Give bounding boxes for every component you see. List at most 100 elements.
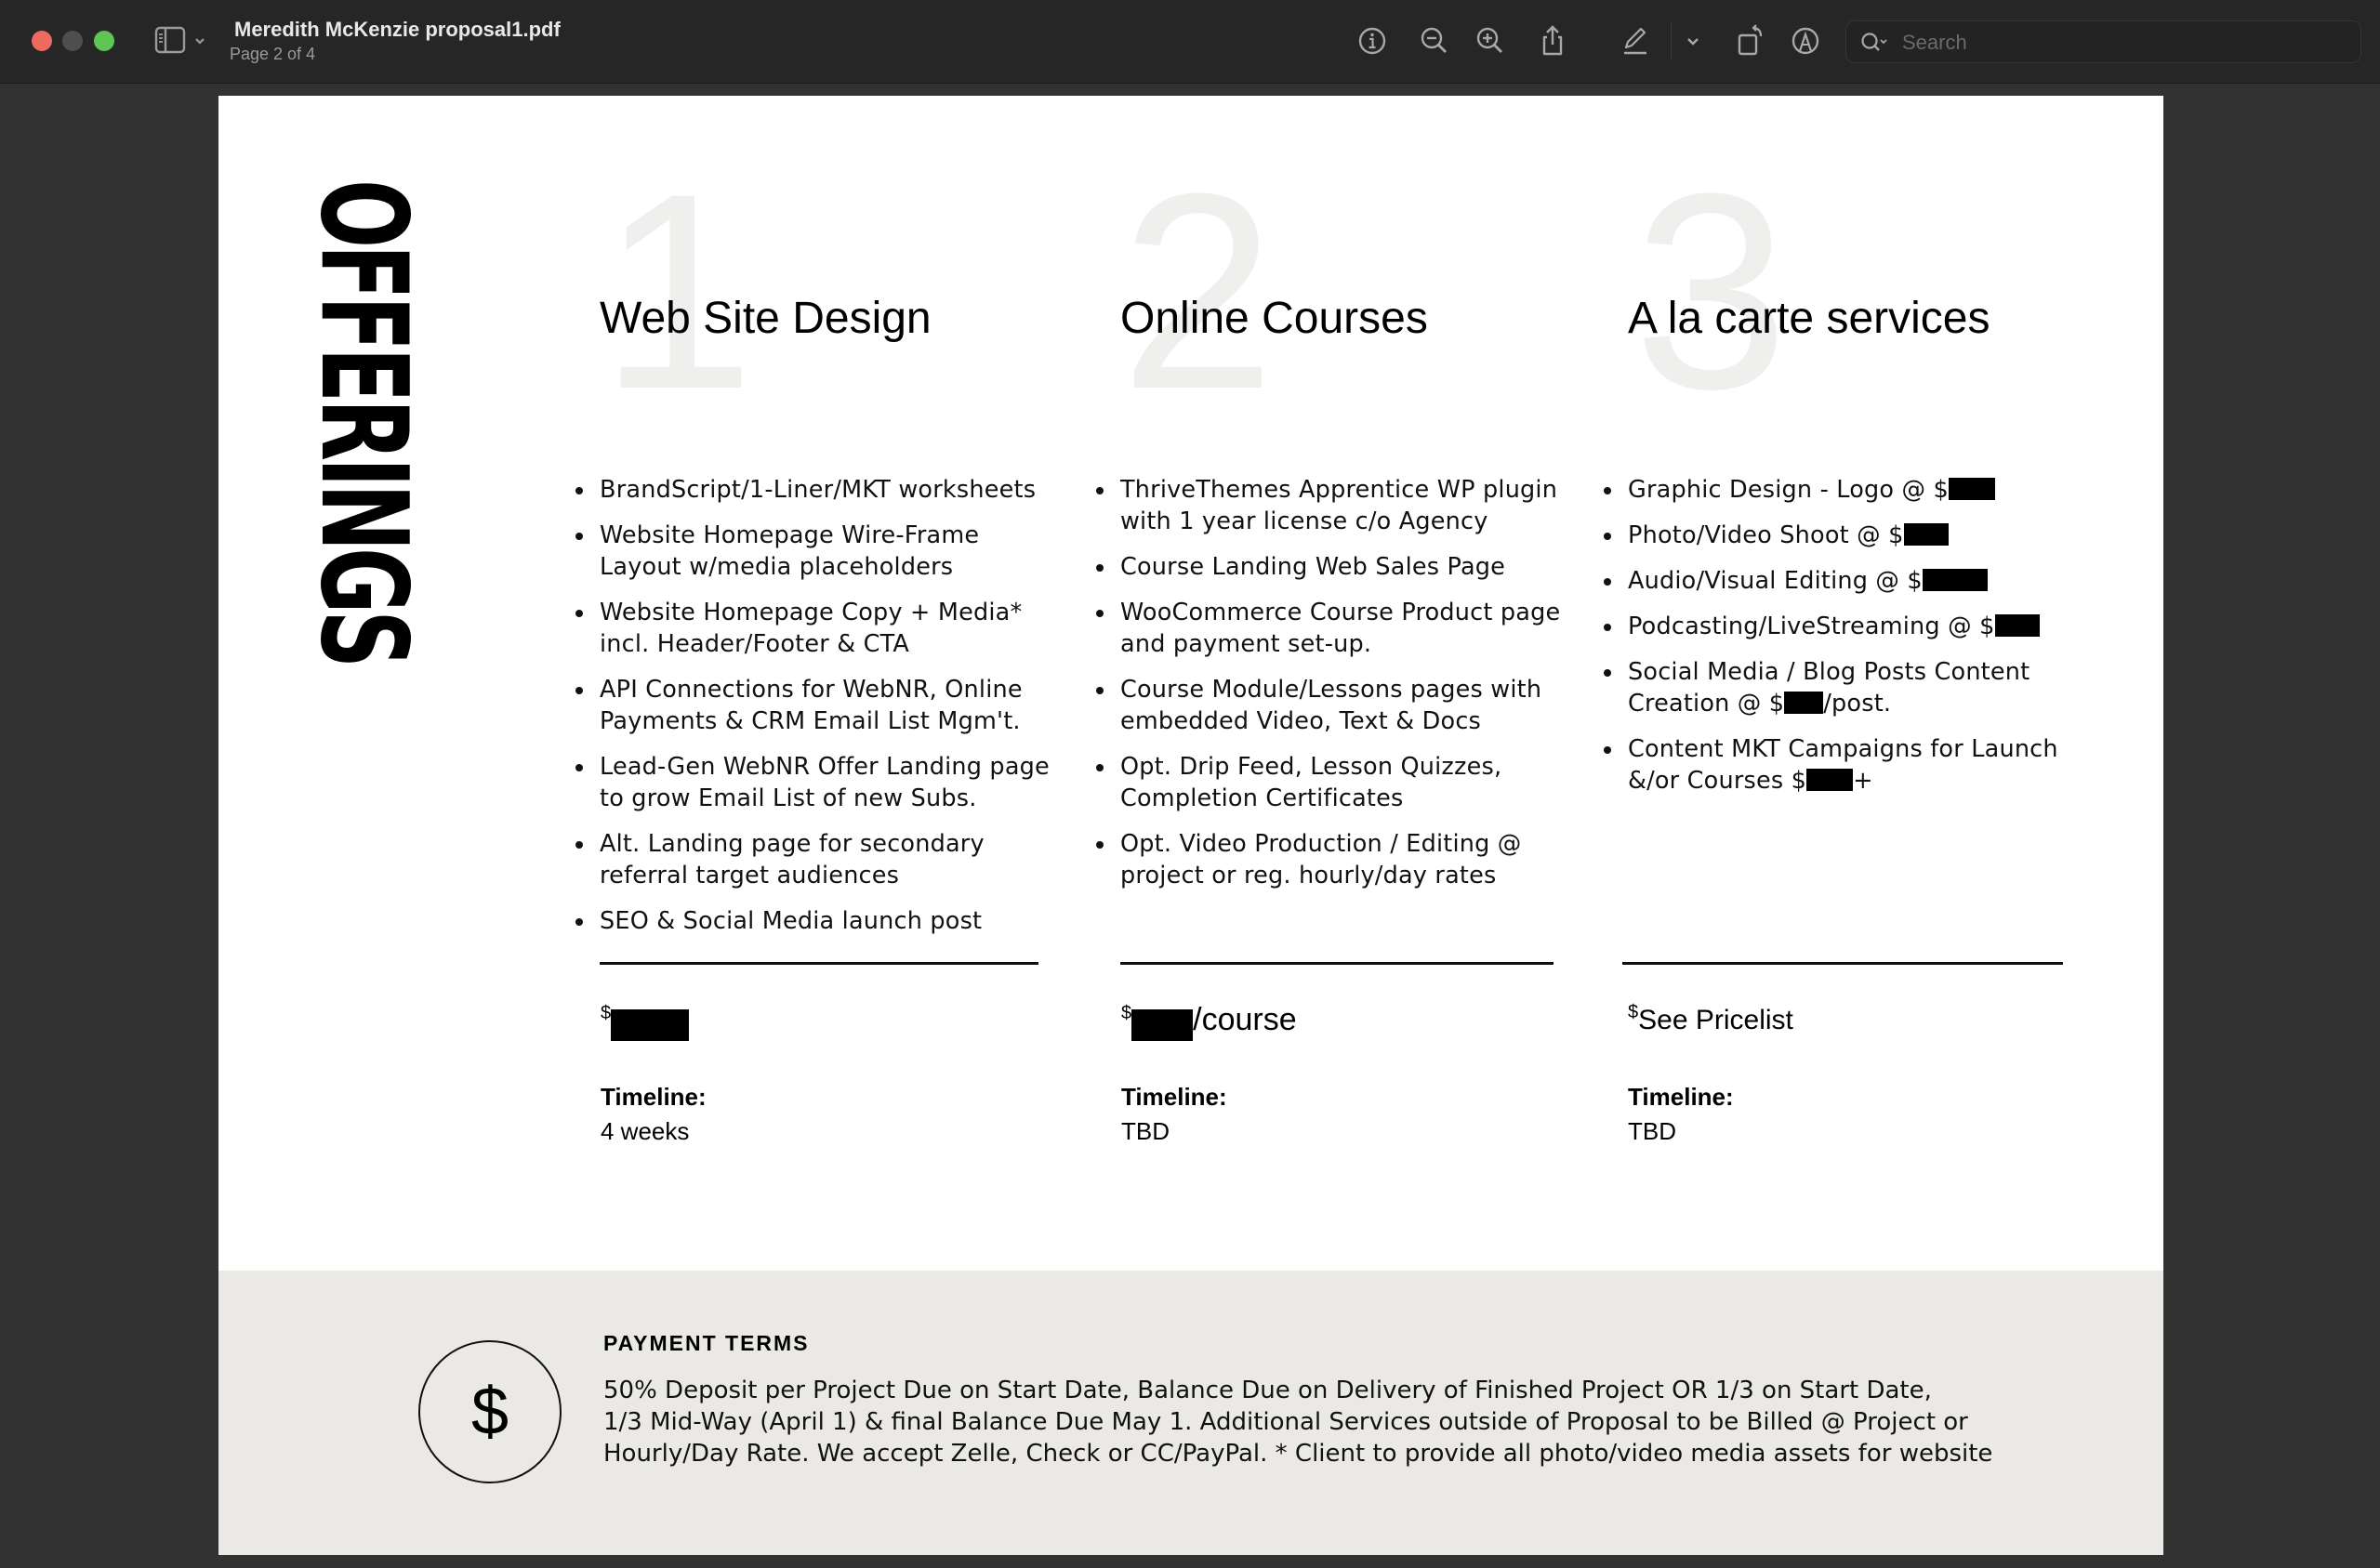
minimize-window-button[interactable]: [62, 31, 83, 51]
offering-title: Online Courses: [1120, 294, 1428, 343]
title-bar: Meredith McKenzie proposal1.pdf Page 2 o…: [0, 0, 2380, 84]
item-text: Photo/Video Shoot @ $: [1628, 521, 1904, 549]
redacted-amount: [1806, 769, 1854, 791]
search-icon: [1861, 33, 1887, 51]
timeline-label: Timeline:: [601, 1083, 707, 1111]
page-indicator: Page 2 of 4: [230, 45, 316, 63]
markup-button[interactable]: [1619, 24, 1652, 58]
payment-terms-section: $ PAYMENT TERMS 50% Deposit per Project …: [218, 1271, 2163, 1555]
offering-price: $ /course: [1121, 1002, 1297, 1041]
payment-terms-body: 50% Deposit per Project Due on Start Dat…: [603, 1375, 2035, 1469]
offering-price: $: [601, 1002, 690, 1041]
item-text: Graphic Design - Logo @ $: [1628, 476, 1949, 504]
offering-item: Opt. Video Production / Editing @ projec…: [1092, 828, 1576, 891]
offering-item: WooCommerce Course Product page and paym…: [1092, 597, 1576, 660]
payment-terms-title: PAYMENT TERMS: [603, 1331, 810, 1355]
dollar-icon: $: [418, 1340, 562, 1483]
redacted-amount: [1922, 569, 1988, 591]
timeline-value: TBD: [1628, 1117, 1676, 1145]
redacted-amount: [1903, 523, 1949, 546]
offering-column-web-site-design: 1 Web Site Design BrandScript/1-Liner/MK…: [572, 96, 1055, 1276]
markup-pen-icon: [1624, 27, 1646, 55]
offering-item: BrandScript/1-Liner/MKT worksheets: [572, 474, 1055, 506]
section-title-text: OFFERINGS: [294, 179, 432, 665]
annotate-button[interactable]: [1789, 24, 1822, 58]
timeline-value: 4 weeks: [601, 1117, 690, 1145]
offering-number: 1: [600, 135, 755, 447]
offering-item: Graphic Design - Logo @ $: [1604, 474, 2089, 506]
timeline-label: Timeline:: [1121, 1083, 1227, 1111]
item-text-suffix: +: [1853, 767, 1873, 795]
redacted-amount: [1948, 478, 1995, 500]
offering-number: 3: [1633, 135, 1789, 447]
price-currency: $: [1628, 1002, 1639, 1022]
timeline-value: TBD: [1121, 1117, 1170, 1145]
offering-items-list: Graphic Design - Logo @ $ Photo/Video Sho…: [1604, 474, 2089, 810]
offering-item: Website Homepage Copy + Media* incl. Hea…: [572, 597, 1055, 660]
price-currency: $: [1121, 1003, 1132, 1023]
offering-price: $See Pricelist: [1628, 1002, 1793, 1036]
offering-item: ThriveThemes Apprentice WP plugin with 1…: [1092, 474, 1576, 537]
offering-item: Course Module/Lessons pages with embedde…: [1092, 674, 1576, 737]
divider-line: [600, 962, 1038, 965]
offering-item: SEO & Social Media launch post: [572, 905, 1055, 937]
offering-items-list: BrandScript/1-Liner/MKT worksheets Websit…: [572, 474, 1055, 951]
offering-item: Lead-Gen WebNR Offer Landing page to gro…: [572, 751, 1055, 814]
payment-terms-line: 50% Deposit per Project Due on Start Dat…: [603, 1377, 1932, 1404]
section-title: OFFERINGS: [294, 179, 432, 665]
offering-item: Opt. Drip Feed, Lesson Quizzes, Completi…: [1092, 751, 1576, 814]
offering-title: Web Site Design: [600, 294, 932, 343]
offering-item: Alt. Landing page for secondary referral…: [572, 828, 1055, 891]
zoom-window-button[interactable]: [94, 31, 114, 51]
offering-item: API Connections for WebNR, Online Paymen…: [572, 674, 1055, 737]
divider-line: [1622, 962, 2063, 965]
zoom-out-button[interactable]: [1418, 24, 1451, 58]
search-field[interactable]: [1845, 20, 2361, 63]
price-currency: $: [601, 1003, 612, 1023]
redacted-amount: [611, 1009, 690, 1041]
offering-items-list: ThriveThemes Apprentice WP plugin with 1…: [1092, 474, 1576, 905]
item-text: Audio/Visual Editing @ $: [1628, 567, 1923, 595]
offering-item: Website Homepage Wire-Frame Layout w/med…: [572, 520, 1055, 583]
close-window-button[interactable]: [32, 31, 52, 51]
payment-terms-line: Hourly/Day Rate. We accept Zelle, Check …: [603, 1440, 1993, 1468]
share-icon: [1542, 25, 1563, 56]
divider-line: [1120, 962, 1554, 965]
sidebar-toggle-button[interactable]: [154, 26, 212, 56]
redacted-amount: [1784, 692, 1824, 714]
annotate-icon: [1792, 27, 1819, 55]
offering-item: Photo/Video Shoot @ $: [1604, 520, 2089, 551]
markup-options-dropdown[interactable]: [1676, 24, 1710, 58]
rotate-icon: [1738, 24, 1763, 56]
rotate-button[interactable]: [1733, 24, 1766, 58]
redacted-amount: [1994, 614, 2040, 637]
offering-item: Content MKT Campaigns for Launch &/or Co…: [1604, 733, 2089, 797]
offering-title: A la carte services: [1628, 294, 1990, 343]
offering-item: Social Media / Blog Posts Content Creati…: [1604, 656, 2089, 719]
pdf-page: OFFERINGS 1 Web Site Design BrandScript/…: [218, 96, 2163, 1555]
payment-terms-line: 1/3 Mid-Way (April 1) & final Balance Du…: [603, 1408, 1968, 1436]
price-text: See Pricelist: [1638, 1005, 1793, 1035]
redacted-amount: [1131, 1009, 1194, 1041]
offering-item: Course Landing Web Sales Page: [1092, 551, 1576, 583]
info-button[interactable]: [1355, 24, 1389, 58]
offering-column-online-courses: 2 Online Courses ThriveThemes Apprentice…: [1092, 96, 1576, 1276]
toolbar-separator: [1671, 22, 1672, 59]
search-input[interactable]: [1902, 27, 2348, 59]
offering-column-a-la-carte: 3 A la carte services Graphic Design - L…: [1604, 96, 2089, 1276]
price-unit: /course: [1193, 1002, 1297, 1037]
document-title: Meredith McKenzie proposal1.pdf: [234, 18, 561, 41]
share-button[interactable]: [1536, 24, 1569, 58]
info-icon: [1358, 27, 1386, 55]
sidebar-toggle-icon: [154, 26, 205, 54]
offering-item: Podcasting/LiveStreaming @ $: [1604, 611, 2089, 642]
timeline-label: Timeline:: [1628, 1083, 1734, 1111]
offering-item: Audio/Visual Editing @ $: [1604, 565, 2089, 597]
zoom-in-button[interactable]: [1474, 24, 1507, 58]
zoom-out-icon: [1421, 27, 1447, 53]
item-text-suffix: /post.: [1823, 690, 1892, 718]
chevron-down-icon: [1687, 38, 1699, 46]
zoom-in-icon: [1476, 27, 1502, 53]
item-text: Podcasting/LiveStreaming @ $: [1628, 613, 1995, 640]
offering-number: 2: [1120, 135, 1276, 447]
